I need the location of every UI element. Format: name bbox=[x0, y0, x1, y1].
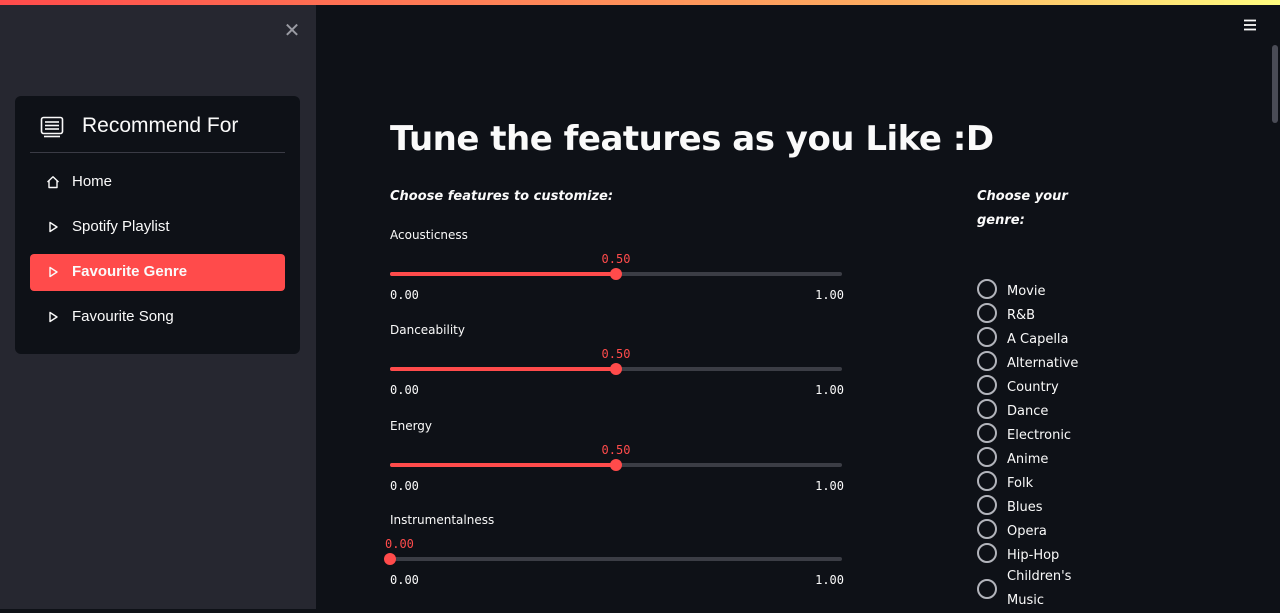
play-outline-icon bbox=[49, 266, 58, 278]
page-title: Tune the features as you Like :D bbox=[390, 119, 994, 159]
genre-label: Alternative bbox=[1007, 356, 1079, 371]
slider-max: 1.00 bbox=[815, 288, 844, 302]
main-content: Tune the features as you Like :D Choose … bbox=[316, 5, 1272, 609]
slider-label-instrumentalness: Instrumentalness bbox=[390, 513, 495, 527]
radio-circle[interactable] bbox=[977, 399, 997, 419]
features-heading: Choose features to customize: bbox=[390, 189, 614, 204]
slider-max: 1.00 bbox=[815, 573, 844, 587]
genre-label-continued: Music bbox=[1007, 593, 1044, 608]
slider-energy[interactable]: 0.50 0.00 1.00 bbox=[390, 443, 844, 493]
page-scrollbar[interactable] bbox=[1272, 45, 1278, 123]
genre-heading-line1: Choose your bbox=[977, 189, 1068, 204]
slider-min: 0.00 bbox=[390, 479, 419, 493]
radio-circle[interactable] bbox=[977, 543, 997, 563]
slider-track[interactable] bbox=[390, 557, 842, 561]
slider-danceability[interactable]: 0.50 0.00 1.00 bbox=[390, 347, 844, 397]
close-sidebar-icon[interactable]: ✕ bbox=[283, 20, 301, 40]
radio-circle[interactable] bbox=[977, 579, 997, 599]
genre-label: Blues bbox=[1007, 500, 1043, 515]
home-icon bbox=[47, 176, 59, 189]
slider-label-acousticness: Acousticness bbox=[390, 228, 468, 242]
genre-label: Opera bbox=[1007, 524, 1047, 539]
radio-circle[interactable] bbox=[977, 375, 997, 395]
radio-circle[interactable] bbox=[977, 423, 997, 443]
slider-min: 0.00 bbox=[390, 383, 419, 397]
play-outline-icon bbox=[49, 311, 58, 323]
slider-max: 1.00 bbox=[815, 479, 844, 493]
slider-label-danceability: Danceability bbox=[390, 323, 465, 337]
menu-item-home[interactable]: Home bbox=[30, 164, 285, 201]
slider-fill bbox=[390, 367, 616, 371]
slider-max: 1.00 bbox=[815, 383, 844, 397]
play-outline-icon bbox=[49, 221, 58, 233]
menu-item-label: Favourite Genre bbox=[72, 263, 188, 280]
genre-label: Country bbox=[1007, 380, 1059, 395]
slider-fill bbox=[390, 272, 616, 276]
slider-value: 0.50 bbox=[601, 443, 631, 457]
genre-heading-line2: genre: bbox=[977, 213, 1025, 228]
slider-thumb[interactable] bbox=[610, 363, 622, 375]
top-decoration-bar bbox=[0, 0, 1280, 5]
genre-label: A Capella bbox=[1007, 332, 1069, 347]
genre-label: Folk bbox=[1007, 476, 1034, 491]
radio-circle[interactable] bbox=[977, 327, 997, 347]
genre-label: Children's bbox=[1007, 569, 1072, 584]
radio-circle[interactable] bbox=[977, 447, 997, 467]
slider-label-energy: Energy bbox=[390, 419, 433, 433]
slider-thumb[interactable] bbox=[610, 459, 622, 471]
radio-circle[interactable] bbox=[977, 519, 997, 539]
menu-item-label: Favourite Song bbox=[72, 308, 174, 325]
menu-item-favourite-song[interactable]: Favourite Song bbox=[30, 299, 285, 336]
radio-circle[interactable] bbox=[977, 303, 997, 323]
slider-instrumentalness[interactable]: 0.00 0.00 1.00 bbox=[384, 537, 844, 587]
menu-item-label: Spotify Playlist bbox=[72, 218, 170, 235]
slider-acousticness[interactable]: 0.50 0.00 1.00 bbox=[390, 252, 844, 302]
sidebar: ✕ Recommend For Home Spotify Playlist Fa… bbox=[0, 5, 316, 609]
genre-label: Dance bbox=[1007, 404, 1049, 419]
menu-header: Recommend For bbox=[30, 114, 285, 153]
genre-label: Movie bbox=[1007, 284, 1046, 299]
slider-thumb[interactable] bbox=[610, 268, 622, 280]
option-menu: Recommend For Home Spotify Playlist Favo… bbox=[15, 96, 300, 354]
slider-value: 0.50 bbox=[601, 252, 631, 266]
menu-item-label: Home bbox=[72, 173, 113, 190]
menu-item-spotify-playlist[interactable]: Spotify Playlist bbox=[30, 209, 285, 246]
slider-value: 0.50 bbox=[601, 347, 631, 361]
genre-label: Anime bbox=[1007, 452, 1049, 467]
radio-circle[interactable] bbox=[977, 351, 997, 371]
genre-label: Electronic bbox=[1007, 428, 1072, 443]
radio-circle[interactable] bbox=[977, 495, 997, 515]
slider-min: 0.00 bbox=[390, 288, 419, 302]
menu-item-favourite-genre[interactable]: Favourite Genre bbox=[30, 254, 285, 291]
slider-thumb[interactable] bbox=[384, 553, 396, 565]
genre-label: R&B bbox=[1007, 308, 1036, 323]
radio-circle[interactable] bbox=[977, 279, 997, 299]
slider-min: 0.00 bbox=[390, 573, 419, 587]
slider-fill bbox=[390, 463, 616, 467]
menu-title: Recommend For bbox=[82, 114, 239, 137]
radio-circle[interactable] bbox=[977, 471, 997, 491]
slider-value: 0.00 bbox=[385, 537, 414, 551]
list-card-icon bbox=[40, 116, 64, 138]
